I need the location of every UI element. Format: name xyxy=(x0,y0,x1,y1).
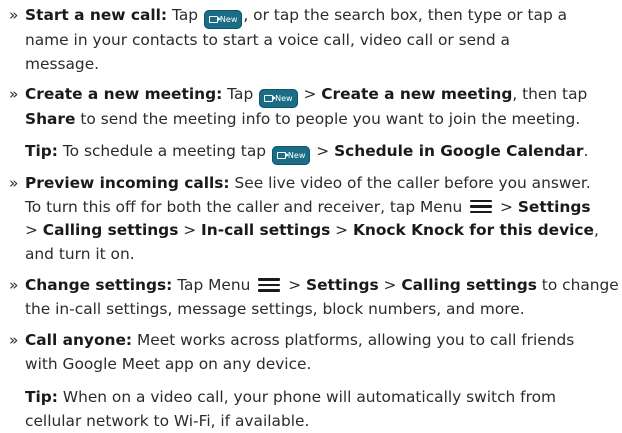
item-text: Call anyone: Meet works across platforms… xyxy=(25,329,616,376)
bullet-marker: » xyxy=(9,174,19,192)
text-line: > Calling settings > In-call settings > … xyxy=(25,221,599,240)
new-call-button-icon: New xyxy=(271,146,311,165)
menu-icon xyxy=(470,199,493,214)
text-line: with Google Meet app on any device. xyxy=(25,354,312,373)
text-line: Preview incoming calls: See live video o… xyxy=(25,174,591,192)
text-line: Share to send the meeting info to people… xyxy=(25,110,581,128)
bullet-marker: » xyxy=(9,331,19,349)
menu-icon xyxy=(258,277,281,292)
tip-text: Tip: To schedule a meeting tap New > Sch… xyxy=(25,140,616,165)
text-line: Create a new meeting: Tap New > Create a… xyxy=(25,83,616,108)
new-call-button-icon: New xyxy=(203,10,243,29)
text-line: Start a new call: Tap New, or tap the se… xyxy=(25,4,616,29)
item-text: Change settings: Tap Menu > Settings > C… xyxy=(25,274,619,321)
new-call-button-icon: New xyxy=(259,89,298,108)
text-line: Tip: When on a video call, your phone wi… xyxy=(25,388,556,406)
text-line: Change settings: Tap Menu > Settings > C… xyxy=(25,276,619,294)
bullet-marker: » xyxy=(9,6,19,24)
item-text: Create a new meeting: Tap New > Create a… xyxy=(25,83,616,132)
text-line: To turn this off for both the caller and… xyxy=(25,197,591,216)
text-line: the in-call settings, message settings, … xyxy=(25,299,525,318)
video-camera-icon xyxy=(208,16,221,23)
video-camera-icon xyxy=(276,152,289,159)
bullet-marker: » xyxy=(9,276,19,294)
text-line: message. xyxy=(25,54,100,73)
text-line: and turn it on. xyxy=(25,244,135,263)
tip-text: Tip: When on a video call, your phone wi… xyxy=(25,386,616,433)
bullet-marker: » xyxy=(9,85,19,103)
help-page: » Start a new call: Tap New, or tap the … xyxy=(0,0,622,430)
text-line: cellular network to Wi-Fi, if available. xyxy=(25,411,310,430)
text-line: Tip: To schedule a meeting tap New > Sch… xyxy=(25,140,616,165)
text-line: Call anyone: Meet works across platforms… xyxy=(25,331,575,349)
video-camera-icon xyxy=(264,95,277,102)
item-text: Start a new call: Tap New, or tap the se… xyxy=(25,4,616,76)
item-text: Preview incoming calls: See live video o… xyxy=(25,172,616,266)
text-line: name in your contacts to start a voice c… xyxy=(25,31,510,49)
